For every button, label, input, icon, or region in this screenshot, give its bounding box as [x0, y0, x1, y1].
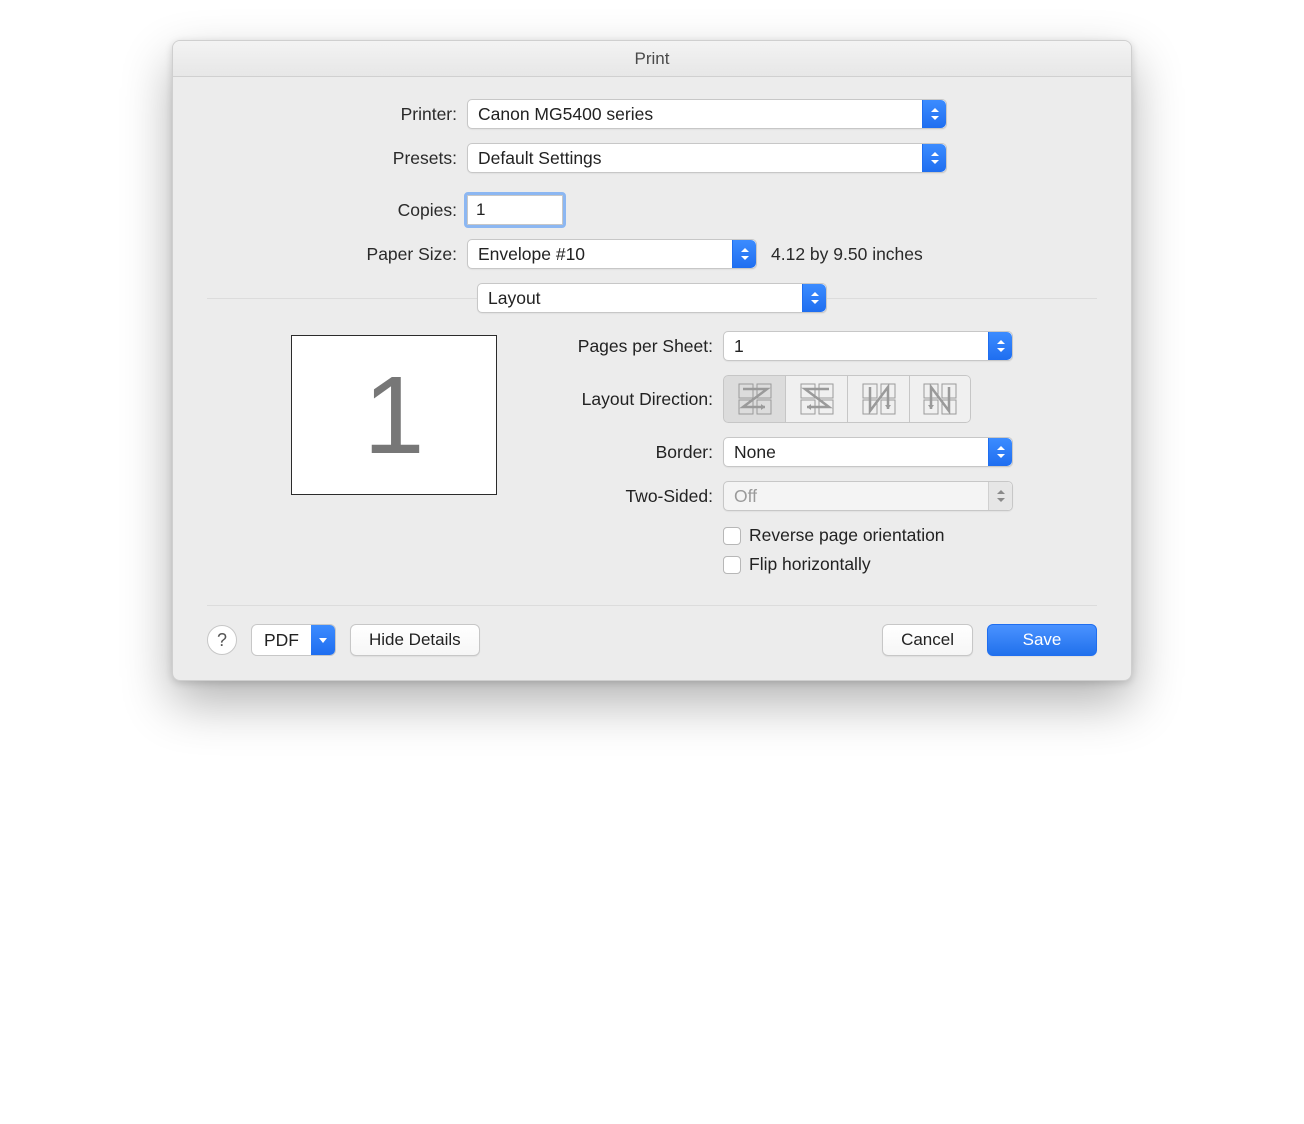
- papersize-dimensions: 4.12 by 9.50 inches: [771, 244, 923, 265]
- divider: [207, 605, 1097, 606]
- papersize-value: Envelope #10: [478, 244, 585, 265]
- pages-per-sheet-select[interactable]: 1: [723, 331, 1013, 361]
- border-select[interactable]: None: [723, 437, 1013, 467]
- presets-select[interactable]: Default Settings: [467, 143, 947, 173]
- reverse-orientation-checkbox[interactable]: [723, 527, 741, 545]
- border-label: Border:: [523, 442, 723, 463]
- cancel-label: Cancel: [901, 630, 954, 650]
- two-sided-label: Two-Sided:: [523, 486, 723, 507]
- papersize-label: Paper Size:: [207, 244, 467, 265]
- layout-dir-4-button[interactable]: [909, 375, 971, 423]
- section-value: Layout: [488, 288, 541, 309]
- updown-icon: [732, 240, 756, 268]
- layout-direction-label: Layout Direction:: [523, 389, 723, 410]
- pages-per-sheet-label: Pages per Sheet:: [523, 336, 723, 357]
- two-sided-value: Off: [734, 486, 757, 507]
- presets-value: Default Settings: [478, 148, 602, 169]
- layout-dir-2-button[interactable]: [785, 375, 847, 423]
- layout-dir-1-button[interactable]: [723, 375, 785, 423]
- dialog-body: Printer: Canon MG5400 series Presets: De…: [173, 77, 1131, 680]
- dialog-title: Print: [173, 41, 1131, 77]
- updown-icon: [988, 332, 1012, 360]
- layout-dir-s-icon: [797, 381, 837, 417]
- pages-per-sheet-value: 1: [734, 336, 744, 357]
- footer: ? PDF Hide Details Cancel Save: [207, 624, 1097, 656]
- copies-label: Copies:: [207, 200, 467, 221]
- save-button[interactable]: Save: [987, 624, 1097, 656]
- print-dialog: Print Printer: Canon MG5400 series Prese…: [172, 40, 1132, 681]
- printer-label: Printer:: [207, 104, 467, 125]
- layout-dir-n-icon: [859, 381, 899, 417]
- papersize-select[interactable]: Envelope #10: [467, 239, 757, 269]
- hide-details-button[interactable]: Hide Details: [350, 624, 480, 656]
- cancel-button[interactable]: Cancel: [882, 624, 973, 656]
- updown-icon: [988, 482, 1012, 510]
- flip-horizontally-label: Flip horizontally: [749, 554, 871, 575]
- hide-details-label: Hide Details: [369, 630, 461, 650]
- divider: [207, 298, 477, 299]
- updown-icon: [988, 438, 1012, 466]
- save-label: Save: [1023, 630, 1062, 650]
- updown-icon: [802, 284, 826, 312]
- help-icon: ?: [217, 630, 227, 651]
- presets-label: Presets:: [207, 148, 467, 169]
- printer-value: Canon MG5400 series: [478, 104, 653, 125]
- pdf-label: PDF: [252, 625, 311, 655]
- page-preview: 1: [291, 335, 497, 495]
- border-value: None: [734, 442, 776, 463]
- updown-icon: [922, 100, 946, 128]
- flip-horizontally-checkbox[interactable]: [723, 556, 741, 574]
- chevron-down-icon: [311, 625, 335, 655]
- updown-icon: [922, 144, 946, 172]
- section-select[interactable]: Layout: [477, 283, 827, 313]
- printer-select[interactable]: Canon MG5400 series: [467, 99, 947, 129]
- pdf-dropdown-button[interactable]: PDF: [251, 624, 336, 656]
- preview-page-number: 1: [363, 352, 424, 479]
- divider: [827, 298, 1097, 299]
- layout-dir-3-button[interactable]: [847, 375, 909, 423]
- reverse-orientation-label: Reverse page orientation: [749, 525, 945, 546]
- copies-input[interactable]: [467, 195, 563, 225]
- layout-dir-z-icon: [735, 381, 775, 417]
- help-button[interactable]: ?: [207, 625, 237, 655]
- layout-direction-segmented: [723, 375, 971, 423]
- layout-dir-n2-icon: [920, 381, 960, 417]
- two-sided-select: Off: [723, 481, 1013, 511]
